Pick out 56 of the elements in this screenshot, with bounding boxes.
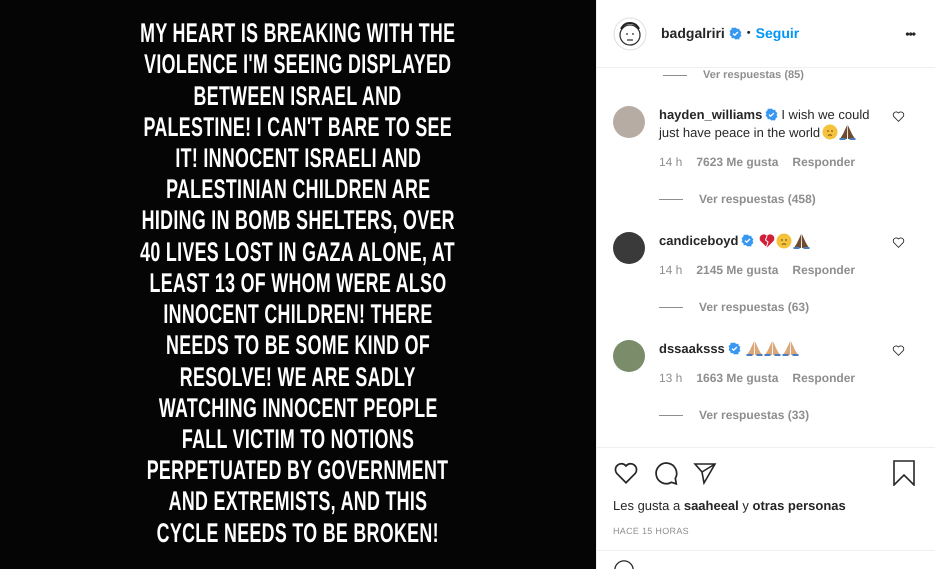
like-comment-icon[interactable] bbox=[892, 110, 905, 123]
praying-hands-icon bbox=[746, 340, 763, 356]
reply-button[interactable]: Responder bbox=[792, 369, 856, 387]
praying-hands-icon bbox=[839, 124, 856, 140]
post-text-line: FALL VICTIM TO NOTIONS bbox=[182, 424, 414, 456]
praying-hands-icon bbox=[793, 233, 810, 249]
post-text-line: NEEDS TO BE SOME KIND OF bbox=[166, 330, 430, 362]
comment-likes[interactable]: 1663 Me gusta bbox=[696, 369, 778, 387]
post-text-line: WATCHING INNOCENT PEOPLE bbox=[158, 392, 438, 424]
praying-hands-icon bbox=[782, 340, 799, 356]
post-text-line: INNOCENT CHILDREN! THERE bbox=[163, 299, 433, 330]
comment-time: 14 h bbox=[659, 262, 682, 279]
avatar[interactable] bbox=[613, 232, 645, 264]
broken-heart-icon bbox=[759, 233, 776, 248]
post-text-line: AND EXTREMISTS, AND THIS bbox=[168, 486, 428, 518]
post-text-line: BETWEEN ISRAEL AND bbox=[194, 80, 402, 112]
post-text-line: MY HEART IS BREAKING WITH THE bbox=[140, 18, 456, 50]
separator-dot: • bbox=[746, 26, 751, 42]
post-text-line: CYCLE NEEDS TO BE BROKEN! bbox=[156, 518, 440, 549]
more-options-button[interactable]: ••• bbox=[905, 24, 915, 42]
comment-time: 14 h bbox=[659, 154, 682, 171]
view-replies-link[interactable]: Ver respuestas (458) bbox=[699, 190, 816, 208]
post-text-line: 40 LIVES LOST IN GAZA ALONE, AT bbox=[140, 236, 456, 268]
like-comment-icon[interactable] bbox=[892, 344, 905, 357]
post-text-line: PERPETUATED BY GOVERNMENT bbox=[147, 455, 449, 486]
like-icon[interactable] bbox=[613, 460, 639, 486]
post-time: HACE 15 HORAS bbox=[613, 524, 690, 538]
post-text-line: IT! INNOCENT ISRAELI AND bbox=[175, 143, 421, 174]
post-text-line: VIOLENCE I'M SEEING DISPLAYED bbox=[144, 49, 452, 81]
profile-avatar[interactable] bbox=[613, 16, 647, 50]
sad-face-icon bbox=[776, 233, 792, 249]
comment-text: hayden_williams I wish we could just have peace in the world bbox=[659, 106, 870, 142]
post-text-line: HIDING IN BOMB SHELTERS, OVER bbox=[141, 205, 455, 237]
comment-text: candiceboyd bbox=[659, 232, 875, 250]
comment-likes[interactable]: 7623 Me gusta bbox=[696, 153, 778, 171]
post-text-line: RESOLVE! WE ARE SADLY bbox=[180, 362, 416, 393]
like-comment-icon[interactable] bbox=[892, 236, 905, 249]
comment-likes[interactable]: 2145 Me gusta bbox=[696, 261, 778, 279]
view-replies-link[interactable]: Ver respuestas (85) bbox=[703, 69, 804, 81]
reply-button[interactable]: Responder bbox=[792, 153, 856, 171]
comment-icon[interactable] bbox=[653, 460, 679, 486]
view-replies-link[interactable]: Ver respuestas (63) bbox=[699, 298, 810, 316]
reply-button[interactable]: Responder bbox=[792, 261, 856, 279]
comment-text: dssaaksss bbox=[659, 340, 875, 358]
praying-hands-icon bbox=[764, 340, 781, 356]
follow-button[interactable]: Seguir bbox=[756, 23, 800, 44]
likes-summary: Les gusta a saaheeal y otras personas bbox=[613, 497, 847, 515]
share-icon[interactable] bbox=[693, 461, 717, 485]
view-replies-link[interactable]: Ver respuestas (33) bbox=[699, 406, 810, 424]
sad-face-icon bbox=[822, 124, 838, 140]
post-text-line: PALESTINIAN CHILDREN ARE bbox=[166, 174, 430, 206]
username[interactable]: badgalriri bbox=[661, 23, 725, 44]
post-text-line: PALESTINE! I CAN'T BARE TO SEE bbox=[144, 112, 452, 144]
bookmark-icon[interactable] bbox=[893, 460, 915, 486]
post-text-line: LEAST 13 OF WHOM WERE ALSO bbox=[149, 268, 446, 300]
comment-time: 13 h bbox=[659, 370, 682, 387]
